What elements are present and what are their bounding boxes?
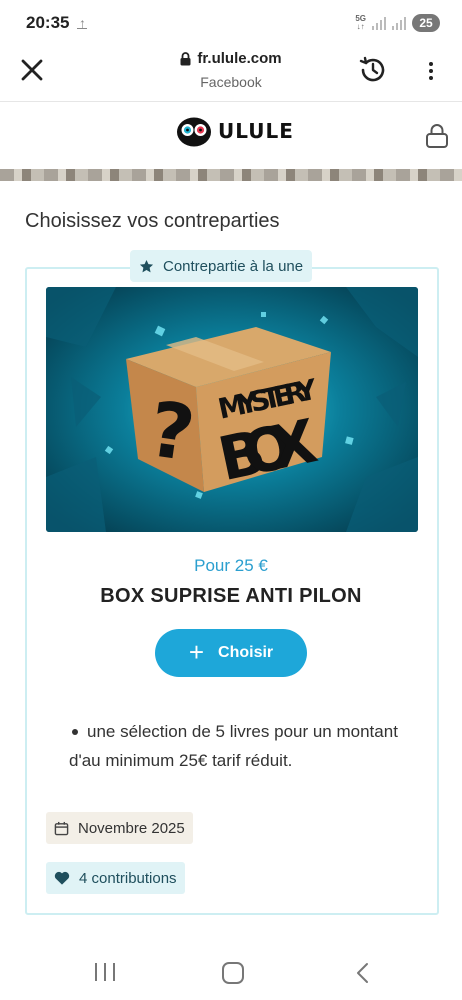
lock-icon[interactable] <box>425 123 449 149</box>
reward-description: une sélection de 5 livres pour un montan… <box>69 717 429 775</box>
status-time: 20:35 <box>26 13 70 32</box>
plus-icon: + <box>188 637 205 667</box>
system-nav-bar <box>0 940 462 1000</box>
padlock-icon <box>180 51 191 65</box>
choose-button-label: Choisir <box>218 644 274 661</box>
reward-image[interactable]: ? MYSTERY BOX <box>46 287 418 532</box>
status-bar: 20:35 ↑ 5G ↓↑ 25 <box>0 0 462 46</box>
ulule-logo[interactable]: ULULE <box>176 115 294 147</box>
url-block: fr.ulule.com Facebook <box>0 50 462 90</box>
reward-price: Pour 25 € <box>194 556 268 575</box>
more-vert-icon[interactable] <box>424 58 438 84</box>
calendar-icon <box>54 821 69 835</box>
battery-indicator: 25 <box>412 14 440 32</box>
browser-toolbar: fr.ulule.com Facebook <box>0 46 462 102</box>
signal-icon <box>372 16 386 30</box>
site-header: ULULE <box>0 103 462 169</box>
network-type: 5G ↓↑ <box>355 14 366 31</box>
heart-icon <box>54 871 70 885</box>
choose-reward-button[interactable]: + Choisir <box>155 629 307 677</box>
logo-text: ULULE <box>218 119 294 143</box>
featured-badge-label: Contrepartie à la une <box>163 257 304 275</box>
signal-icon-2 <box>392 16 406 30</box>
project-banner-strip <box>0 169 462 181</box>
delivery-date-tag: Novembre 2025 <box>46 812 193 844</box>
reward-name: BOX SUPRISE ANTI PILON <box>100 585 362 607</box>
contributions-count: 4 contributions <box>79 869 177 887</box>
url-source: Facebook <box>200 73 262 90</box>
star-icon <box>139 259 154 272</box>
reward-description-text: une sélection de 5 livres pour un montan… <box>69 722 398 770</box>
url-domain: fr.ulule.com <box>197 50 282 67</box>
delivery-date: Novembre 2025 <box>78 819 185 837</box>
history-icon[interactable] <box>357 54 389 86</box>
section-title: Choisissez vos contreparties <box>25 210 280 232</box>
upload-icon: ↑ <box>77 14 88 31</box>
featured-badge: Contrepartie à la une <box>130 250 313 282</box>
mystery-box-image: ? MYSTERY BOX <box>46 287 418 532</box>
recent-apps-icon[interactable] <box>95 963 115 981</box>
contributions-tag: 4 contributions <box>46 862 185 894</box>
back-icon[interactable] <box>353 962 373 984</box>
ulule-owl-icon <box>177 117 211 147</box>
home-icon[interactable] <box>222 962 244 984</box>
